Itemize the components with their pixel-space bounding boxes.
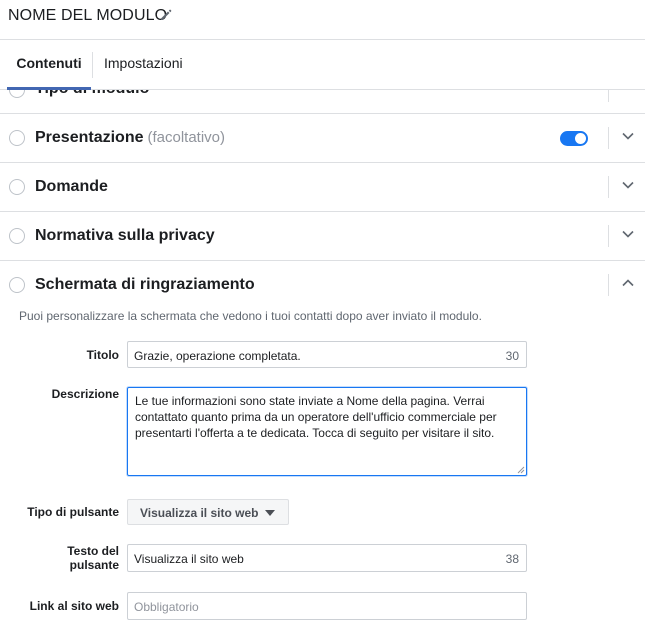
resize-handle-icon[interactable]	[517, 466, 525, 474]
title-label: Titolo	[86, 348, 119, 362]
section-questions[interactable]: Domande	[0, 163, 645, 212]
website-link-input[interactable]: Obbligatorio	[127, 592, 527, 620]
description-value: Le tue informazioni sono state inviate a…	[135, 394, 497, 440]
section-status-radio	[9, 179, 25, 195]
chevron-down-icon[interactable]	[621, 178, 635, 192]
button-type-label: Tipo di pulsante	[27, 505, 119, 519]
section-divider	[608, 274, 609, 296]
section-status-radio	[9, 228, 25, 244]
chevron-down-icon[interactable]	[621, 129, 635, 143]
pencil-icon[interactable]	[159, 8, 173, 22]
button-text-label: Testo del pulsante	[9, 544, 119, 572]
tab-impostazioni[interactable]: Impostazioni	[104, 41, 183, 89]
title-char-count: 30	[505, 349, 519, 363]
section-intro[interactable]: Presentazione (facoltativo)	[0, 114, 645, 163]
form-name-title[interactable]: NOME DEL MODULO	[8, 7, 167, 25]
section-title: Normativa sulla privacy	[35, 227, 215, 244]
button-text-input[interactable]: Visualizza il sito web 38	[127, 544, 527, 572]
section-title: Tipo di modulo	[35, 90, 149, 98]
website-link-placeholder: Obbligatorio	[134, 600, 199, 614]
caret-down-icon	[265, 510, 275, 516]
description-label: Descrizione	[51, 387, 119, 401]
section-form-type[interactable]: Tipo di modulo	[0, 90, 645, 114]
button-type-dropdown[interactable]: Visualizza il sito web	[127, 499, 289, 525]
title-input-value: Grazie, operazione completata.	[134, 349, 301, 363]
button-text-label-line1: Testo del	[67, 544, 119, 558]
form-header: NOME DEL MODULO	[0, 0, 645, 40]
website-link-label: Link al sito web	[29, 599, 119, 613]
tab-impostazioni-label: Impostazioni	[104, 55, 183, 71]
section-divider	[608, 127, 609, 149]
section-title-text: Presentazione	[35, 129, 144, 146]
chevron-up-icon[interactable]	[621, 276, 635, 290]
section-divider	[608, 90, 609, 102]
optional-label: (facoltativo)	[147, 129, 226, 146]
thank-you-hint: Puoi personalizzare la schermata che ved…	[19, 309, 482, 323]
button-text-char-count: 38	[505, 552, 519, 566]
description-textarea[interactable]: Le tue informazioni sono state inviate a…	[127, 387, 527, 476]
section-status-radio	[9, 90, 25, 98]
chevron-down-icon[interactable]	[621, 227, 635, 241]
tab-divider	[92, 52, 93, 78]
tab-contenuti-label: Contenuti	[16, 55, 82, 71]
section-status-radio	[9, 130, 25, 146]
title-input[interactable]: Grazie, operazione completata. 30	[127, 341, 527, 368]
section-status-radio	[9, 277, 25, 293]
section-divider	[608, 225, 609, 247]
tab-contenuti[interactable]: Contenuti	[7, 41, 91, 90]
button-type-value: Visualizza il sito web	[140, 506, 259, 520]
button-text-label-line2: pulsante	[69, 558, 119, 572]
section-title: Presentazione (facoltativo)	[35, 129, 225, 147]
toggle-knob	[575, 133, 586, 144]
tab-bar: Contenuti Impostazioni	[0, 41, 645, 90]
button-text-value: Visualizza il sito web	[134, 552, 244, 566]
section-title: Domande	[35, 178, 108, 195]
section-title: Schermata di ringraziamento	[35, 276, 255, 293]
section-privacy[interactable]: Normativa sulla privacy	[0, 212, 645, 261]
intro-toggle-switch[interactable]	[560, 131, 588, 146]
section-divider	[608, 176, 609, 198]
